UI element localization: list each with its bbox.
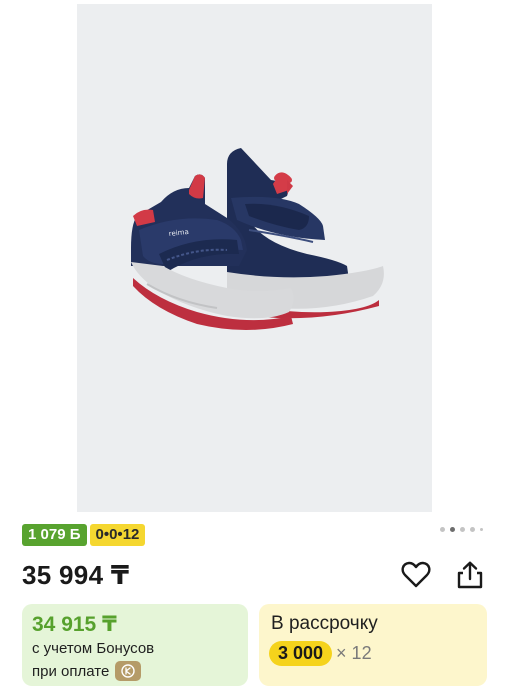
pagination-dot[interactable]	[440, 527, 445, 532]
pagination-dot[interactable]	[480, 528, 483, 531]
bonus-price: 34 915 ₸	[32, 613, 117, 636]
installment-card[interactable]: В рассрочку 3 000 × 12	[259, 604, 487, 686]
gallery-pagination	[440, 527, 483, 532]
product-photo[interactable]: reima	[77, 4, 432, 512]
product-price: 35 994 ₸	[22, 560, 130, 590]
share-button[interactable]	[453, 558, 487, 592]
share-icon	[457, 561, 483, 589]
installment-title: В рассрочку	[271, 613, 378, 634]
heart-icon	[401, 561, 431, 588]
kaspi-pay-icon	[115, 661, 142, 681]
bonus-price-card[interactable]: 34 915 ₸ с учетом Бонусов при оплате	[22, 604, 248, 686]
promo-badges: 1 079 Б 0•0•12	[22, 524, 146, 546]
bonus-badge: 1 079 Б	[22, 524, 87, 546]
product-gallery[interactable]: reima	[0, 0, 509, 520]
installment-amount: 3 000	[269, 641, 333, 666]
shoes-illustration: reima	[131, 148, 384, 330]
installment-terms: 3 000 × 12	[269, 641, 372, 666]
installment-months: × 12	[336, 643, 372, 663]
bonus-payment-caption: при оплате	[32, 661, 142, 681]
pagination-dot[interactable]	[460, 527, 465, 532]
bonus-caption: с учетом Бонусов	[32, 640, 155, 657]
favorite-button[interactable]	[399, 558, 433, 592]
pagination-dot-active[interactable]	[450, 527, 455, 532]
installment-badge: 0•0•12	[89, 524, 146, 546]
pagination-dot[interactable]	[470, 527, 475, 532]
